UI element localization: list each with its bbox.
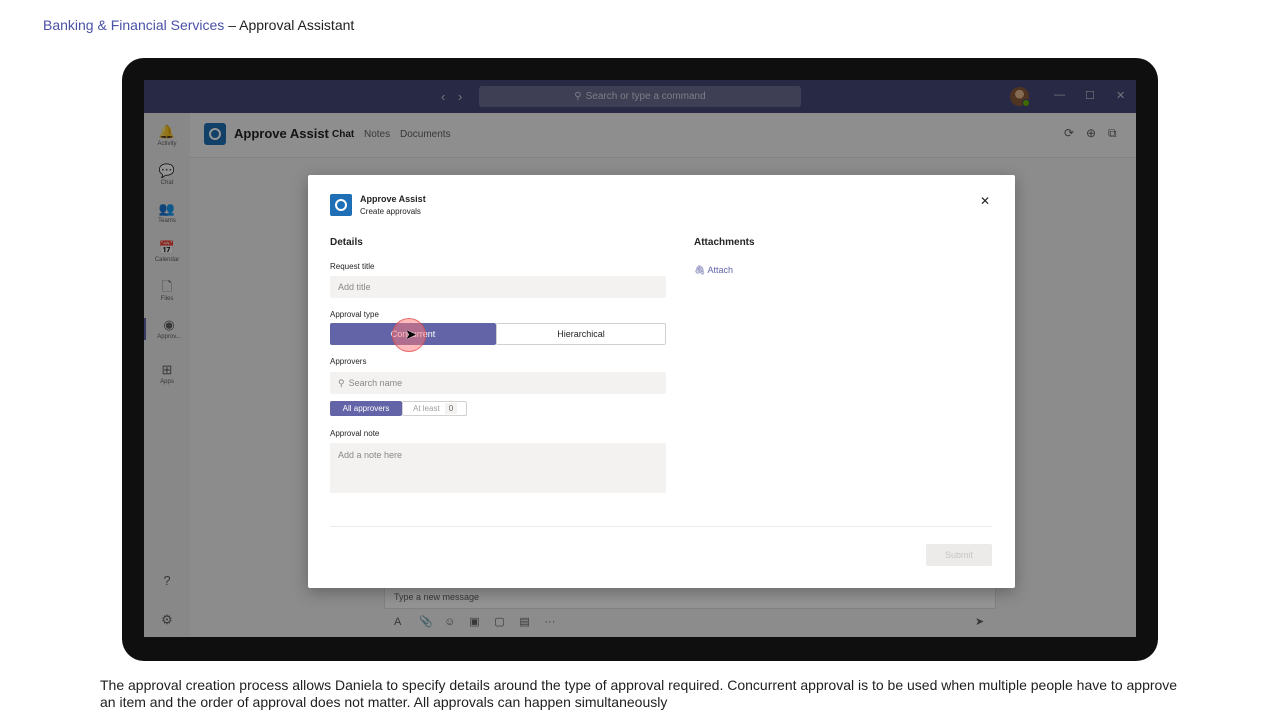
- attachments-heading: Attachments: [694, 237, 755, 248]
- dialog-subtitle: Create approvals: [360, 207, 421, 216]
- dialog-divider: [330, 526, 992, 527]
- approval-note-label: Approval note: [330, 429, 380, 438]
- at-least-option[interactable]: At least: [402, 401, 467, 416]
- approvers-placeholder: Search name: [348, 378, 403, 388]
- mouse-cursor-icon: ➤: [405, 326, 417, 342]
- approvers-search-input[interactable]: ⚲ Search name: [330, 372, 666, 394]
- request-title-placeholder: Add title: [338, 282, 371, 292]
- search-icon: ⚲: [338, 377, 345, 388]
- create-approval-dialog: Approve Assist Create approvals ✕ Detail…: [308, 175, 1015, 588]
- paperclip-icon: 🖇: [694, 265, 706, 275]
- details-heading: Details: [330, 237, 363, 248]
- teams-window: ‹ › ⚲ Search or type a command — ☐ ✕ 🔔 A…: [144, 80, 1136, 637]
- slide-caption: The approval creation process allows Dan…: [100, 677, 1178, 710]
- page-title-domain: Banking & Financial Services: [43, 17, 225, 33]
- submit-button[interactable]: Submit: [926, 544, 992, 566]
- request-title-input[interactable]: Add title: [330, 276, 666, 298]
- approve-assist-logo-icon: [330, 194, 352, 216]
- attach-link[interactable]: 🖇 Attach: [694, 265, 733, 276]
- approval-note-textarea[interactable]: Add a note here: [330, 443, 666, 493]
- attach-label: Attach: [707, 265, 733, 275]
- page-title-product: Approval Assistant: [239, 17, 355, 33]
- request-title-label: Request title: [330, 262, 375, 271]
- approval-note-placeholder: Add a note here: [338, 450, 403, 460]
- page-title-separator: –: [224, 17, 240, 33]
- close-icon[interactable]: ✕: [980, 194, 990, 208]
- all-approvers-button[interactable]: All approvers: [330, 401, 402, 416]
- approvers-label: Approvers: [330, 357, 367, 366]
- device-frame: ‹ › ⚲ Search or type a command — ☐ ✕ 🔔 A…: [122, 58, 1158, 661]
- at-least-label: At least: [413, 404, 440, 413]
- hierarchical-option-button[interactable]: Hierarchical: [496, 323, 666, 345]
- approval-type-label: Approval type: [330, 310, 379, 319]
- at-least-count-input[interactable]: 0: [445, 403, 457, 414]
- dialog-app-name: Approve Assist: [360, 194, 426, 204]
- page-title: Banking & Financial Services – Approval …: [43, 17, 354, 33]
